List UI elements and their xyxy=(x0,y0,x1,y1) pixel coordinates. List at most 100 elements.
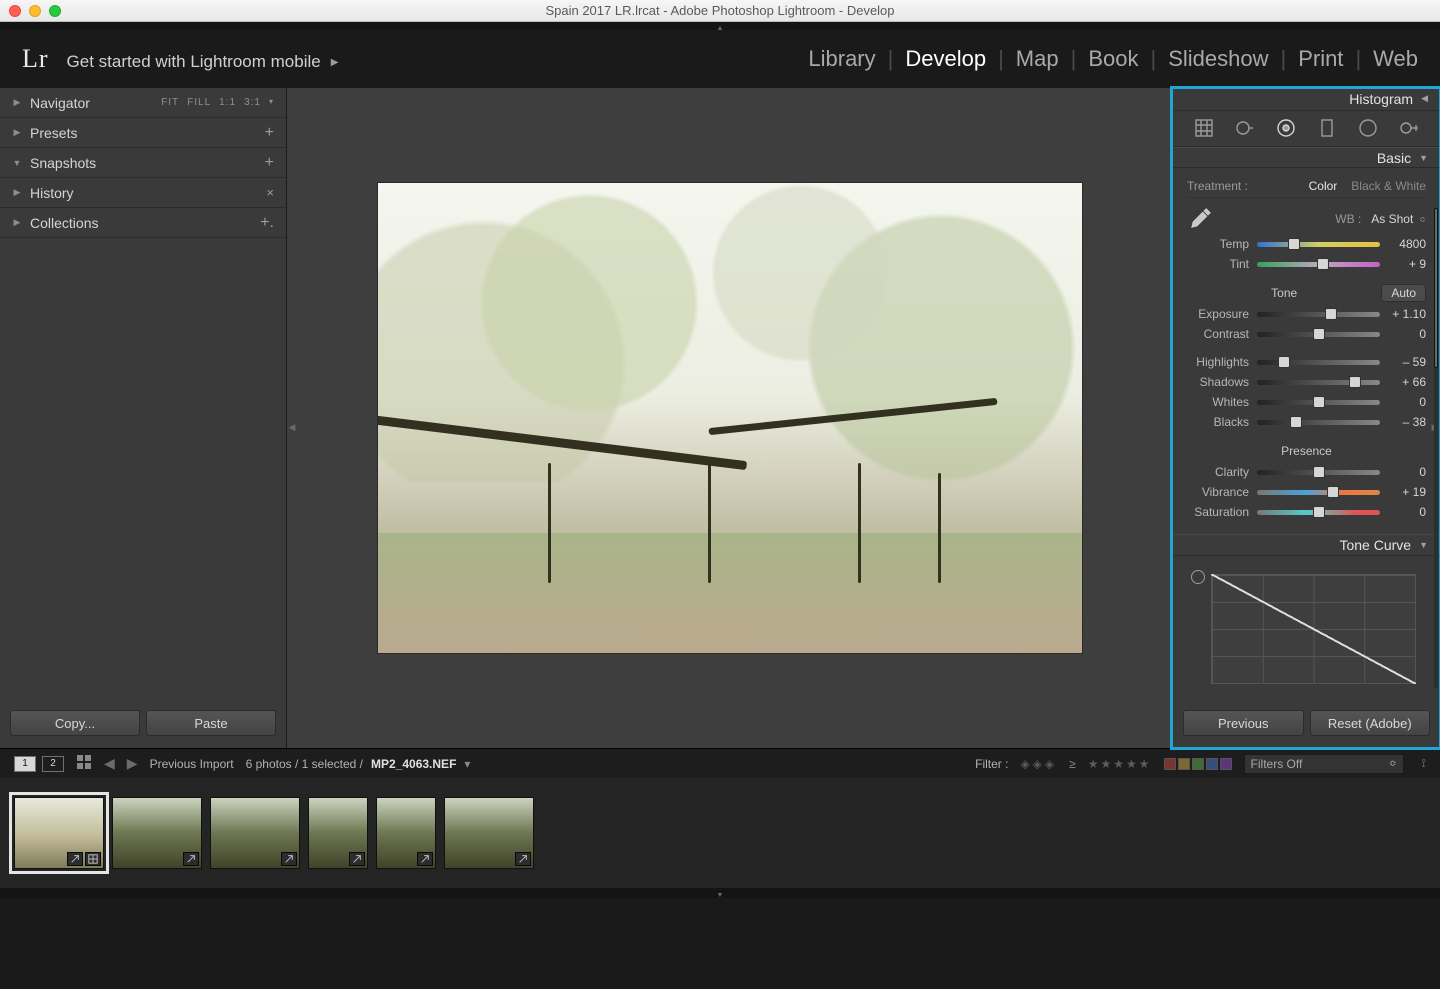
crop-tool-icon[interactable] xyxy=(1189,113,1219,143)
tint-value[interactable]: + 9 xyxy=(1388,257,1426,271)
module-print[interactable]: Print xyxy=(1298,46,1343,72)
grid-view-icon[interactable] xyxy=(76,754,92,773)
zoom-caret-icon[interactable]: ▾ xyxy=(269,97,274,108)
module-web[interactable]: Web xyxy=(1373,46,1418,72)
clear-history-icon[interactable]: × xyxy=(266,185,274,200)
window-close-button[interactable] xyxy=(9,5,21,17)
exposure-value[interactable]: + 1.10 xyxy=(1388,307,1426,321)
slider-clarity[interactable]: Clarity0 xyxy=(1187,462,1426,482)
rating-ge[interactable]: ≥ xyxy=(1069,757,1076,771)
window-title: Spain 2017 LR.lrcat - Adobe Photoshop Li… xyxy=(0,3,1440,18)
lightroom-mobile-link[interactable]: Get started with Lightroom mobile ▶ xyxy=(67,52,339,72)
shadows-value[interactable]: + 66 xyxy=(1388,375,1426,389)
flag-filter-icons[interactable]: ◈◈◈ xyxy=(1020,757,1057,771)
vibrance-value[interactable]: + 19 xyxy=(1388,485,1426,499)
filmstrip-thumb[interactable] xyxy=(444,797,534,869)
filmstrip-thumb[interactable] xyxy=(210,797,300,869)
panel-history[interactable]: ▶ History × xyxy=(0,178,286,208)
add-preset-icon[interactable]: + xyxy=(265,124,274,142)
adjustment-brush-tool-icon[interactable] xyxy=(1394,113,1424,143)
targeted-adjustment-icon[interactable] xyxy=(1191,570,1205,584)
filmstrip-thumb[interactable] xyxy=(14,797,104,869)
module-book[interactable]: Book xyxy=(1088,46,1138,72)
left-panel-grip[interactable]: ◀ xyxy=(287,418,297,436)
slider-whites[interactable]: Whites0 xyxy=(1187,392,1426,412)
top-panel-grip[interactable] xyxy=(0,22,1440,30)
color-yellow[interactable] xyxy=(1178,758,1190,770)
slider-vibrance[interactable]: Vibrance+ 19 xyxy=(1187,482,1426,502)
zoom-1to1[interactable]: 1:1 xyxy=(219,97,236,108)
slider-highlights[interactable]: Highlights– 59 xyxy=(1187,352,1426,372)
panel-tone-curve[interactable]: Tone Curve ▼ xyxy=(1173,534,1440,556)
redeye-tool-icon[interactable] xyxy=(1271,113,1301,143)
zoom-3to1[interactable]: 3:1 xyxy=(244,97,261,108)
bottom-panel-grip[interactable] xyxy=(0,888,1440,898)
blacks-value[interactable]: – 38 xyxy=(1388,415,1426,429)
rating-filter[interactable]: ★★★★★ xyxy=(1088,757,1152,771)
zoom-fit[interactable]: FIT xyxy=(161,97,179,108)
treatment-color[interactable]: Color xyxy=(1309,179,1338,193)
zoom-fill[interactable]: FILL xyxy=(187,97,211,108)
filmstrip-thumb[interactable] xyxy=(112,797,202,869)
temp-value[interactable]: 4800 xyxy=(1388,237,1426,251)
previous-button[interactable]: Previous xyxy=(1183,710,1304,736)
panel-snapshots[interactable]: ▼ Snapshots + xyxy=(0,148,286,178)
window-zoom-button[interactable] xyxy=(49,5,61,17)
panel-presets[interactable]: ▶ Presets + xyxy=(0,118,286,148)
radial-filter-tool-icon[interactable] xyxy=(1353,113,1383,143)
filmstrip[interactable] xyxy=(0,778,1440,888)
panel-collections[interactable]: ▶ Collections +. xyxy=(0,208,286,238)
module-map[interactable]: Map xyxy=(1016,46,1059,72)
wb-preset-popup[interactable]: As Shot ≎ xyxy=(1371,212,1426,226)
secondary-display-1[interactable]: 1 xyxy=(14,756,36,772)
slider-temp[interactable]: Temp 4800 xyxy=(1187,234,1426,254)
color-label-filter[interactable] xyxy=(1164,758,1232,770)
nav-forward-icon[interactable]: ▶ xyxy=(127,755,138,772)
slider-shadows[interactable]: Shadows+ 66 xyxy=(1187,372,1426,392)
secondary-display-2[interactable]: 2 xyxy=(42,756,64,772)
contrast-value[interactable]: 0 xyxy=(1388,327,1426,341)
color-purple[interactable] xyxy=(1220,758,1232,770)
right-panel-scrollbar[interactable] xyxy=(1434,208,1438,688)
add-snapshot-icon[interactable]: + xyxy=(265,154,274,172)
source-indicator[interactable]: Previous Import xyxy=(150,757,234,771)
filmstrip-thumb[interactable] xyxy=(376,797,436,869)
window-minimize-button[interactable] xyxy=(29,5,41,17)
copy-settings-button[interactable]: Copy... xyxy=(10,710,140,736)
panel-histogram[interactable]: Histogram ◀ xyxy=(1173,88,1440,111)
panel-basic[interactable]: Basic ▼ xyxy=(1173,147,1440,169)
module-develop[interactable]: Develop xyxy=(905,46,986,72)
color-red[interactable] xyxy=(1164,758,1176,770)
module-slideshow[interactable]: Slideshow xyxy=(1168,46,1268,72)
slider-contrast[interactable]: Contrast0 xyxy=(1187,324,1426,344)
add-collection-icon[interactable]: +. xyxy=(260,214,274,232)
slider-exposure[interactable]: Exposure+ 1.10 xyxy=(1187,304,1426,324)
treatment-bw[interactable]: Black & White xyxy=(1351,179,1426,193)
auto-tone-button[interactable]: Auto xyxy=(1381,284,1426,302)
reset-button[interactable]: Reset (Adobe) xyxy=(1310,710,1431,736)
color-green[interactable] xyxy=(1192,758,1204,770)
nav-back-icon[interactable]: ◀ xyxy=(104,755,115,772)
loupe-view[interactable]: ◀ xyxy=(287,88,1172,748)
slider-blacks[interactable]: Blacks– 38 xyxy=(1187,412,1426,432)
paste-settings-button[interactable]: Paste xyxy=(146,710,276,736)
module-picker: Library| Develop| Map| Book| Slideshow| … xyxy=(808,46,1418,72)
highlights-value[interactable]: – 59 xyxy=(1388,355,1426,369)
whites-value[interactable]: 0 xyxy=(1388,395,1426,409)
graduated-filter-tool-icon[interactable] xyxy=(1312,113,1342,143)
filmstrip-thumb[interactable] xyxy=(308,797,368,869)
color-blue[interactable] xyxy=(1206,758,1218,770)
white-balance-eyedropper-icon[interactable] xyxy=(1187,204,1217,234)
slider-tint[interactable]: Tint + 9 xyxy=(1187,254,1426,274)
clarity-value[interactable]: 0 xyxy=(1388,465,1426,479)
saturation-value[interactable]: 0 xyxy=(1388,505,1426,519)
workspace: ▶ Navigator FIT FILL 1:1 3:1 ▾ ▶ Presets… xyxy=(0,88,1440,748)
thumb-badge-icon xyxy=(515,852,531,866)
filter-lock-icon[interactable]: ⟟ xyxy=(1422,756,1426,771)
spot-removal-tool-icon[interactable] xyxy=(1230,113,1260,143)
panel-navigator[interactable]: ▶ Navigator FIT FILL 1:1 3:1 ▾ xyxy=(0,88,286,118)
filter-preset-popup[interactable]: Filters Off ≎ xyxy=(1244,754,1404,774)
file-caret-icon[interactable]: ▾ xyxy=(464,757,470,771)
slider-saturation[interactable]: Saturation0 xyxy=(1187,502,1426,522)
module-library[interactable]: Library xyxy=(808,46,875,72)
